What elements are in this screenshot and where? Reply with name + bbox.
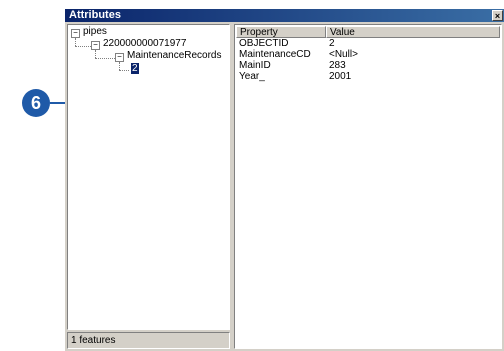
tree-connector — [75, 46, 91, 47]
tree-node-label: 220000000071977 — [103, 38, 187, 49]
tree-node-label: MaintenanceRecords — [127, 50, 222, 61]
table-row[interactable]: Year_ 2001 — [235, 71, 501, 82]
property-value: 2001 — [329, 71, 352, 82]
properties-grid[interactable]: Property Value OBJECTID 2 MaintenanceCD … — [234, 24, 502, 349]
collapse-icon[interactable]: − — [91, 41, 100, 50]
column-header-label: Property — [240, 27, 278, 38]
collapse-icon[interactable]: − — [115, 53, 124, 62]
property-name: Year_ — [239, 71, 265, 82]
window-title-bar[interactable]: Attributes × — [65, 9, 504, 22]
tree-connector — [95, 58, 115, 59]
tree-connector — [95, 50, 96, 58]
tree-connector — [119, 62, 120, 70]
feature-count: 1 features — [71, 335, 116, 346]
property-name: MaintenanceCD — [239, 49, 311, 60]
selected-record-label: 2 — [131, 63, 139, 74]
step-callout-badge: 6 — [22, 89, 50, 117]
property-column-header[interactable]: Property — [236, 26, 326, 38]
table-row[interactable]: OBJECTID 2 — [235, 38, 501, 49]
tree-node-label: pipes — [83, 26, 107, 37]
collapse-icon[interactable]: − — [71, 29, 80, 38]
window-title: Attributes — [69, 9, 121, 21]
table-row[interactable]: MainID 283 — [235, 60, 501, 71]
close-icon: × — [494, 11, 501, 21]
tree-connector — [119, 70, 129, 71]
close-button[interactable]: × — [492, 10, 503, 21]
property-name: MainID — [239, 60, 271, 71]
feature-tree[interactable]: − pipes − 220000000071977 − MaintenanceR… — [67, 24, 230, 330]
tree-node-record[interactable]: 2 — [131, 63, 139, 75]
tree-node-relationship[interactable]: MaintenanceRecords — [127, 50, 222, 62]
tree-connector — [75, 38, 76, 46]
tree-node-feature[interactable]: 220000000071977 — [103, 38, 186, 50]
property-value: 283 — [329, 60, 346, 71]
value-column-header[interactable]: Value — [326, 26, 500, 38]
table-row[interactable]: MaintenanceCD <Null> — [235, 49, 501, 60]
column-header-label: Value — [330, 27, 355, 38]
property-name: OBJECTID — [239, 38, 289, 49]
attributes-window: Attributes × − pipes − 220000000071977 −… — [65, 9, 504, 351]
tree-node-layer[interactable]: pipes — [83, 26, 107, 38]
property-value: <Null> — [329, 49, 358, 60]
property-value: 2 — [329, 38, 335, 49]
status-bar: 1 features — [67, 332, 230, 349]
